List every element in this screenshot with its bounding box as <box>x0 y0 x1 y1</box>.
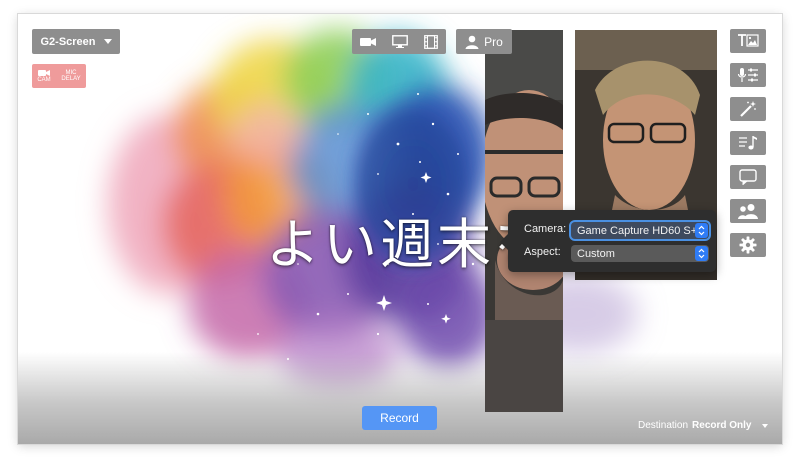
account-label: Pro <box>484 34 503 49</box>
pro-account-button[interactable]: Pro <box>456 29 512 54</box>
stepper-icon <box>695 246 708 261</box>
film-icon[interactable] <box>424 34 438 49</box>
music-icon <box>739 136 757 150</box>
gear-icon <box>739 236 757 254</box>
capture-mode-group <box>352 29 446 54</box>
mic-mixer-icon <box>737 68 758 82</box>
person-icon <box>465 35 479 49</box>
record-button[interactable]: Record <box>362 406 437 430</box>
camera-select[interactable]: Game Capture HD60 S+ <box>571 222 709 239</box>
aspect-label: Aspect: <box>524 246 561 258</box>
people-icon <box>738 204 758 219</box>
caret-down-icon <box>103 39 112 44</box>
comment-tool-button[interactable] <box>730 165 766 189</box>
scene-name: G2-Screen <box>40 35 96 48</box>
text-image-tool-button[interactable] <box>730 29 766 53</box>
camera-icon <box>38 70 51 76</box>
cam-mic-badge[interactable]: CAM MIC DELAY <box>32 64 86 88</box>
destination-selector[interactable]: Destination Record Only <box>638 420 768 431</box>
cam-badge: CAM <box>37 69 51 83</box>
text-image-icon <box>738 34 759 47</box>
camera-select-value: Game Capture HD60 S+ <box>577 224 698 237</box>
effects-tool-button[interactable] <box>730 97 766 121</box>
preview-canvas: よい週末を G2-Screen CAM MIC DELAY Pro Camera… <box>18 14 782 444</box>
guest-tool-button[interactable] <box>730 199 766 223</box>
caret-down-icon <box>761 423 768 428</box>
aspect-select[interactable]: Custom <box>571 245 709 262</box>
aspect-select-value: Custom <box>577 247 615 260</box>
audio-mixer-tool-button[interactable] <box>730 63 766 87</box>
mic-delay-badge: MIC DELAY <box>61 70 81 82</box>
destination-label: Destination <box>638 420 689 431</box>
destination-value: Record Only <box>692 420 752 431</box>
monitor-icon[interactable] <box>392 35 408 48</box>
stepper-icon <box>695 223 708 238</box>
camera-icon[interactable] <box>360 37 376 47</box>
app-window: よい週末を G2-Screen CAM MIC DELAY Pro Camera… <box>18 14 782 444</box>
speech-bubble-icon <box>739 169 757 185</box>
camera-settings-popover: Camera: Game Capture HD60 S+ Aspect: Cus… <box>500 210 716 272</box>
music-tool-button[interactable] <box>730 131 766 155</box>
magic-wand-icon <box>740 101 756 117</box>
scene-dropdown[interactable]: G2-Screen <box>32 29 120 54</box>
camera-label: Camera: <box>524 223 567 235</box>
settings-tool-button[interactable] <box>730 233 766 257</box>
